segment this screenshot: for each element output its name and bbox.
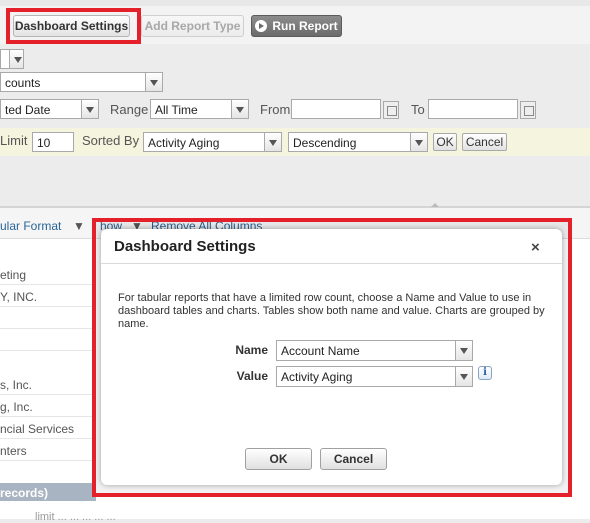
dashboard-settings-dialog: Dashboard Settings × For tabular reports…: [101, 229, 562, 485]
row-limit-bar: Limit 10 Sorted By Activity Aging Descen…: [0, 128, 590, 156]
group-summary-bar: records): [0, 483, 96, 501]
chevron-down-icon[interactable]: ▼: [73, 219, 85, 233]
info-icon[interactable]: i: [478, 366, 492, 380]
calendar-icon[interactable]: [383, 101, 399, 119]
value-select[interactable]: Activity Aging: [276, 366, 456, 387]
chevron-down-icon[interactable]: [455, 366, 473, 387]
add-report-type-button[interactable]: Add Report Type: [141, 15, 244, 37]
limit-cancel-button[interactable]: Cancel: [462, 133, 507, 151]
dialog-ok-button[interactable]: OK: [245, 448, 312, 470]
from-label: From: [260, 102, 291, 117]
table-row: [0, 329, 96, 351]
chevron-down-icon[interactable]: [455, 340, 473, 361]
report-toolbar: Dashboard Settings Add Report Type Run R…: [0, 6, 590, 44]
table-row: ncial Services: [0, 417, 96, 439]
play-icon: [255, 20, 268, 32]
run-report-label: Run Report: [272, 19, 338, 33]
limit-label: Limit: [0, 133, 28, 148]
sorted-by-label: Sorted By: [82, 133, 140, 148]
close-icon[interactable]: ×: [531, 239, 540, 256]
range-select[interactable]: All Time: [150, 99, 232, 119]
collapse-handle-icon[interactable]: [431, 203, 439, 207]
footer-text: limit ... ... ... ... ...: [35, 511, 116, 523]
table-row: nters: [0, 439, 96, 461]
from-date-input[interactable]: [291, 99, 381, 119]
chevron-down-icon[interactable]: [81, 99, 99, 119]
name-select[interactable]: Account Name: [276, 340, 456, 361]
dialog-description: For tabular reports that have a limited …: [118, 292, 545, 330]
table-row: s, Inc.: [0, 373, 96, 395]
to-label: To: [411, 102, 425, 117]
calendar-icon[interactable]: [520, 101, 536, 119]
limit-input[interactable]: 10: [32, 132, 74, 152]
dialog-cancel-button[interactable]: Cancel: [320, 448, 387, 470]
sort-order-select[interactable]: Descending: [288, 132, 411, 152]
report-type-select[interactable]: counts: [0, 72, 146, 92]
dialog-title: Dashboard Settings: [114, 238, 256, 255]
to-date-input[interactable]: [428, 99, 518, 119]
limit-ok-button[interactable]: OK: [433, 133, 457, 151]
filter-panel: counts ted Date Range All Time From To L…: [0, 44, 590, 206]
chevron-down-icon[interactable]: [9, 49, 24, 69]
chevron-down-icon[interactable]: [231, 99, 249, 119]
table-row: [0, 307, 96, 329]
chevron-down-icon[interactable]: [410, 132, 428, 152]
dashboard-settings-button[interactable]: Dashboard Settings: [13, 15, 130, 37]
sorted-by-select[interactable]: Activity Aging: [143, 132, 265, 152]
format-dropdown-link[interactable]: ular Format: [0, 219, 61, 233]
table-row: eting: [0, 263, 96, 285]
value-label: Value: [236, 369, 268, 383]
range-label: Range: [110, 102, 149, 117]
chevron-down-icon[interactable]: [264, 132, 282, 152]
table-row: Y, INC.: [0, 285, 96, 307]
name-label: Name: [235, 343, 268, 357]
chevron-down-icon[interactable]: [145, 72, 163, 92]
table-row: g, Inc.: [0, 395, 96, 417]
dialog-divider: [101, 263, 562, 264]
date-field-select[interactable]: ted Date: [0, 99, 82, 119]
run-report-button[interactable]: Run Report: [251, 15, 342, 37]
